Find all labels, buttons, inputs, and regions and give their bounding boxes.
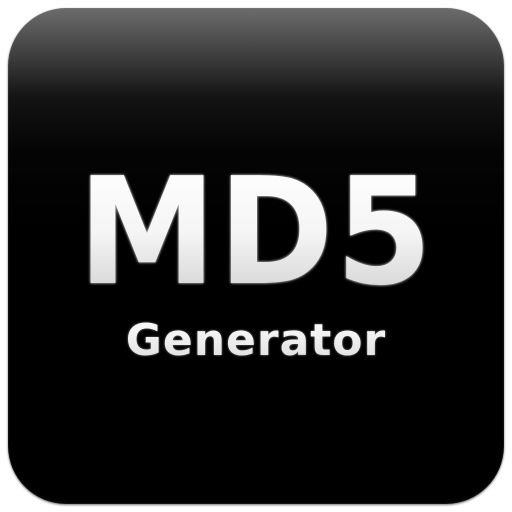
md5-generator-app-icon[interactable]: MD5 Generator — [8, 8, 504, 504]
icon-canvas: MD5 Generator — [0, 0, 512, 512]
icon-subtitle: Generator — [8, 316, 504, 366]
icon-title: MD5 — [23, 158, 489, 306]
